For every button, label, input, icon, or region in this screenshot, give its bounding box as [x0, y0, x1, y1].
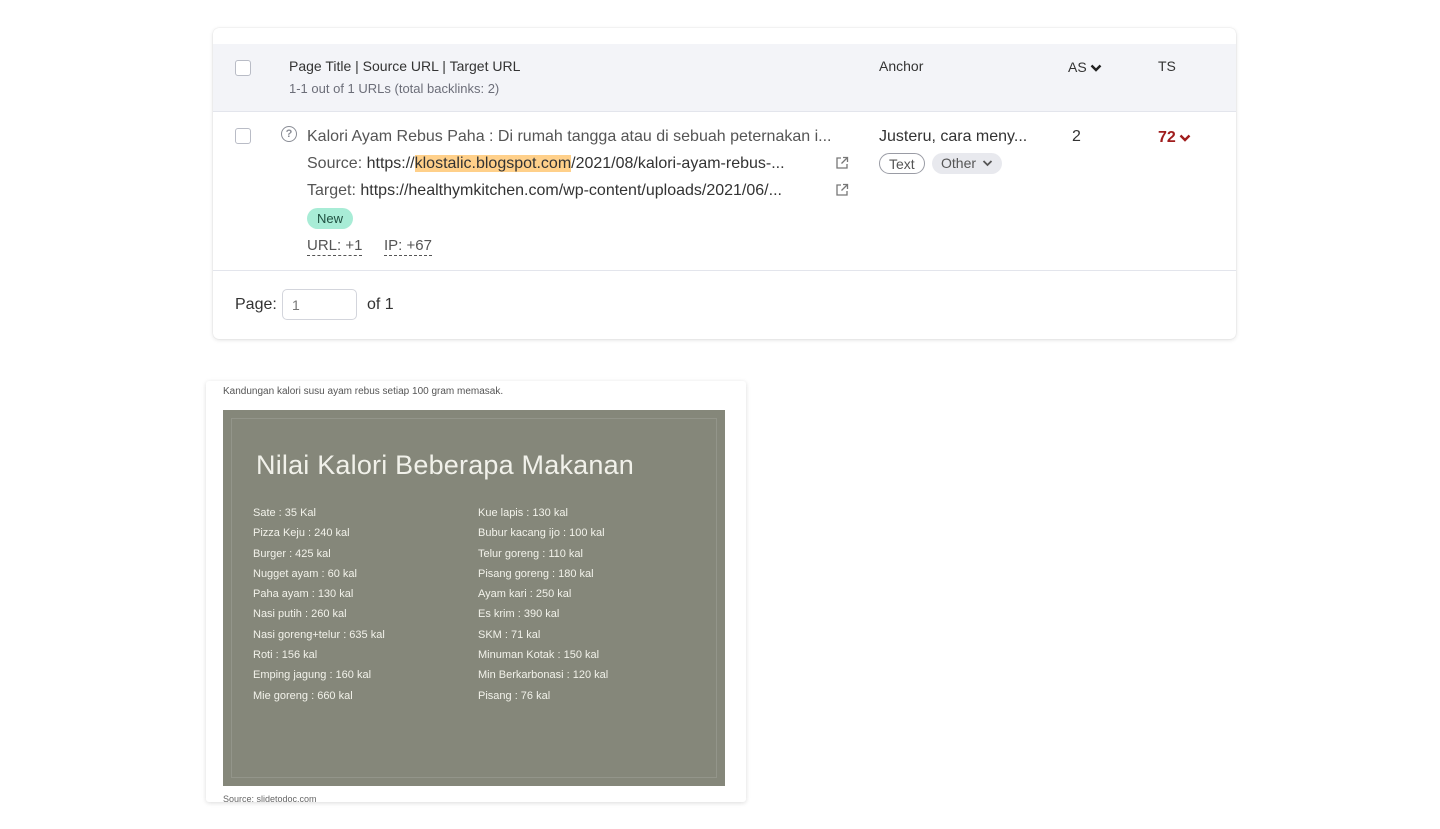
image-caption: Kandungan kalori susu ayam rebus setiap …	[223, 386, 504, 397]
image-heading: Nilai Kalori Beberapa Makanan	[256, 450, 635, 480]
calorie-item: Min Berkarbonasi : 120 kal	[478, 669, 609, 682]
column-header-as[interactable]: AS	[1068, 59, 1102, 75]
image-source: Source: slidetodoc.com	[223, 794, 317, 802]
source-url-link[interactable]: https://klostalic.blogspot.com/2021/08/k…	[367, 155, 785, 172]
column-header-as-label: AS	[1068, 59, 1087, 75]
calorie-item: Nasi goreng+telur : 635 kal	[253, 628, 385, 641]
calorie-item: Roti : 156 kal	[253, 649, 318, 662]
new-badge: New	[307, 208, 354, 229]
calorie-item: Emping jagung : 160 kal	[253, 669, 372, 682]
calorie-item: Pisang : 76 kal	[478, 689, 551, 702]
source-label: Source:	[307, 155, 363, 172]
tag-other-dropdown[interactable]: Other	[932, 153, 1003, 174]
source-url-prefix: https://	[366, 155, 415, 172]
target-url-line: Target: https://healthymkitchen.com/wp-c…	[307, 182, 782, 200]
tag-text: Text	[879, 153, 925, 174]
calorie-item: Kue lapis : 130 kal	[478, 507, 568, 519]
calorie-item: SKM : 71 kal	[478, 628, 541, 641]
question-icon[interactable]: ?	[281, 126, 297, 142]
calorie-item: Nugget ayam : 60 kal	[253, 567, 357, 580]
column-header-anchor[interactable]: Anchor	[879, 58, 923, 74]
calorie-item: Nasi putih : 260 kal	[253, 608, 347, 621]
select-all-checkbox[interactable]	[235, 60, 251, 76]
ip-stat[interactable]: IP: +67	[384, 237, 432, 256]
table-header: Page Title | Source URL | Target URL 1-1…	[213, 44, 1236, 112]
results-summary: 1-1 out of 1 URLs (total backlinks: 2)	[289, 81, 500, 96]
calorie-item: Pisang goreng : 180 kal	[478, 567, 594, 580]
sort-chevron-down-icon	[1090, 64, 1102, 72]
url-stat[interactable]: URL: +1	[307, 237, 363, 256]
chevron-down-icon	[982, 160, 993, 167]
ts-value-number: 72	[1158, 129, 1176, 146]
page-number-input[interactable]	[282, 289, 357, 320]
anchor-text: Justeru, cara meny...	[879, 128, 1028, 145]
calorie-item: Minuman Kotak : 150 kal	[478, 649, 600, 662]
ts-value[interactable]: 72	[1158, 129, 1191, 147]
calorie-item: Telur goreng : 110 kal	[478, 547, 583, 560]
chevron-down-icon	[1179, 134, 1191, 142]
column-header-ts[interactable]: TS	[1158, 58, 1176, 74]
pager-total: of 1	[367, 296, 394, 313]
calorie-list-right: Kue lapis : 130 kal Bubur kacang ijo : 10…	[478, 503, 608, 706]
calorie-list-left: Sate : 35 Kal Pizza Keju : 240 kal Burger …	[253, 503, 385, 706]
calorie-item: Pizza Keju : 240 kal	[253, 527, 350, 540]
target-label: Target:	[307, 182, 356, 199]
calorie-item: Burger : 425 kal	[253, 547, 331, 560]
calorie-item: Es krim : 390 kal	[478, 608, 560, 621]
calorie-item: Bubur kacang ijo : 100 kal	[478, 527, 605, 540]
source-url-domain: klostalic.blogspot.com	[414, 155, 572, 172]
source-url-line: Source: https://klostalic.blogspot.com/2…	[307, 155, 785, 173]
calorie-item: Ayam kari : 250 kal	[478, 588, 572, 601]
backlinks-table-card: Page Title | Source URL | Target URL 1-1…	[213, 28, 1236, 339]
calorie-item: Mie goreng : 660 kal	[253, 689, 353, 702]
external-link-icon[interactable]	[835, 183, 849, 197]
calorie-infographic-image: Nilai Kalori Beberapa Makanan Sate : 35 …	[223, 410, 725, 786]
calorie-item: Sate : 35 Kal	[253, 507, 316, 519]
external-link-icon[interactable]	[835, 156, 849, 170]
page-title[interactable]: Kalori Ayam Rebus Paha : Di rumah tangga…	[307, 128, 831, 146]
target-url-link[interactable]: https://healthymkitchen.com/wp-content/u…	[360, 182, 782, 199]
row-checkbox[interactable]	[235, 128, 251, 144]
column-header-title: Page Title | Source URL | Target URL	[289, 58, 521, 74]
image-preview-card: Kandungan kalori susu ayam rebus setiap …	[206, 381, 746, 802]
table-row: ? Kalori Ayam Rebus Paha : Di rumah tang…	[213, 112, 1236, 271]
source-url-path: /2021/08/kalori-ayam-rebus-...	[571, 155, 785, 172]
pager-label: Page:	[235, 296, 277, 313]
as-value: 2	[1072, 128, 1081, 145]
tag-other-label: Other	[941, 155, 977, 171]
calorie-item: Paha ayam : 130 kal	[253, 588, 354, 601]
